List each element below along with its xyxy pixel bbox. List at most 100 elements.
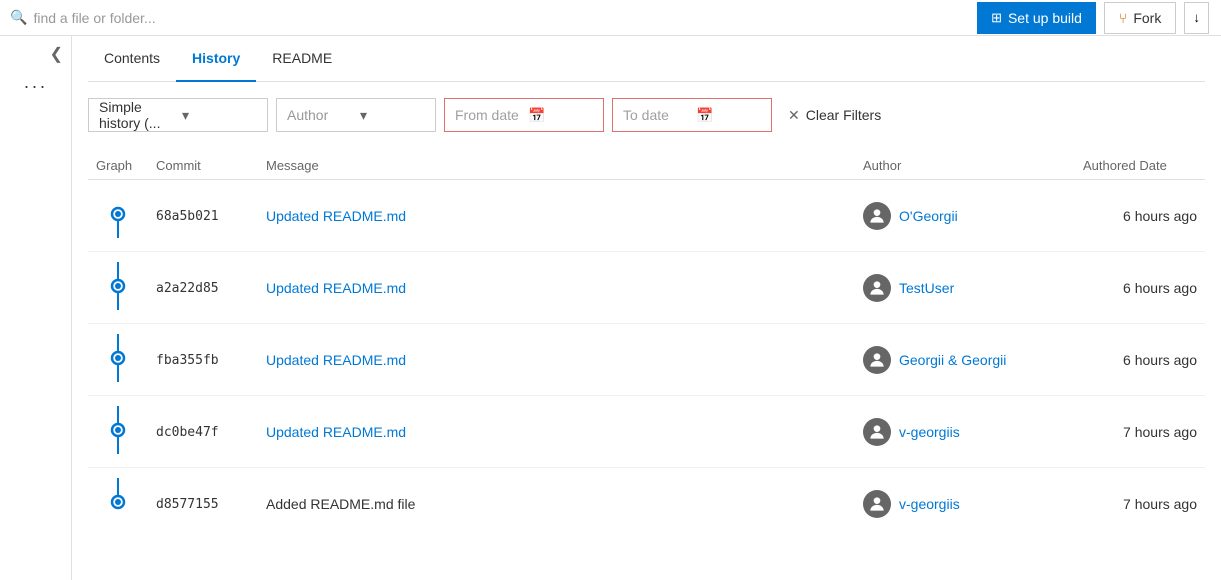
avatar-icon bbox=[867, 350, 887, 370]
authored-date-cell: 6 hours ago bbox=[1075, 252, 1205, 324]
collapse-icon[interactable]: ❮ bbox=[50, 44, 63, 64]
top-bar: 🔍 find a file or folder... ⊞ Set up buil… bbox=[0, 0, 1221, 36]
tab-history[interactable]: History bbox=[176, 36, 256, 82]
avatar bbox=[863, 346, 891, 374]
table-row: a2a22d85 Updated README.md TestUser 6 hour… bbox=[88, 252, 1205, 324]
message-header: Message bbox=[258, 152, 855, 180]
filters-row: Simple history (... ▾ Author ▾ From date… bbox=[88, 98, 1205, 132]
authored-date-cell: 6 hours ago bbox=[1075, 324, 1205, 396]
avatar bbox=[863, 274, 891, 302]
setup-build-label: Set up build bbox=[1008, 10, 1082, 26]
setup-build-button[interactable]: ⊞ Set up build bbox=[977, 2, 1096, 34]
clear-filters-label: Clear Filters bbox=[806, 107, 881, 123]
commit-message-link[interactable]: Updated README.md bbox=[266, 280, 406, 296]
author-header: Author bbox=[855, 152, 1075, 180]
tab-readme[interactable]: README bbox=[256, 36, 348, 82]
avatar-icon bbox=[867, 278, 887, 298]
author-cell: Georgii & Georgii bbox=[855, 324, 1075, 396]
top-bar-actions: ⊞ Set up build ⑂ Fork ↓ bbox=[977, 2, 1209, 34]
table-row: fba355fb Updated README.md Georgii & Geor… bbox=[88, 324, 1205, 396]
graph-cell bbox=[88, 252, 148, 324]
graph-svg bbox=[103, 262, 133, 310]
authored-date-cell: 7 hours ago bbox=[1075, 396, 1205, 468]
search-icon: 🔍 bbox=[10, 9, 27, 26]
author-cell: v-georgiis bbox=[855, 396, 1075, 468]
author-chevron-icon: ▾ bbox=[360, 107, 425, 124]
graph-cell bbox=[88, 324, 148, 396]
author-label: Author bbox=[287, 107, 352, 123]
commit-message-cell: Updated README.md bbox=[258, 324, 855, 396]
graph-svg bbox=[103, 406, 133, 454]
commit-message-cell: Updated README.md bbox=[258, 396, 855, 468]
avatar bbox=[863, 202, 891, 230]
commit-message-text: Added README.md file bbox=[266, 496, 415, 512]
commit-message-link[interactable]: Updated README.md bbox=[266, 352, 406, 368]
download-icon: ↓ bbox=[1193, 10, 1200, 25]
commit-hash: 68a5b021 bbox=[156, 209, 219, 224]
graph-cell bbox=[88, 468, 148, 540]
main-layout: ❮ ··· Contents History README Simple his… bbox=[0, 36, 1221, 580]
commit-header: Commit bbox=[148, 152, 258, 180]
commit-hash: a2a22d85 bbox=[156, 281, 219, 296]
authored-date: 7 hours ago bbox=[1123, 424, 1197, 440]
table-row: 68a5b021 Updated README.md O'Georgii 6 hou… bbox=[88, 180, 1205, 252]
to-date-calendar-icon: 📅 bbox=[696, 107, 761, 124]
date-header: Authored Date bbox=[1075, 152, 1205, 180]
history-type-label: Simple history (... bbox=[99, 99, 174, 131]
commit-message-link[interactable]: Updated README.md bbox=[266, 424, 406, 440]
commit-message-link[interactable]: Updated README.md bbox=[266, 208, 406, 224]
content-area: Contents History README Simple history (… bbox=[72, 36, 1221, 580]
commit-hash-cell: a2a22d85 bbox=[148, 252, 258, 324]
graph-svg bbox=[103, 190, 133, 238]
fork-icon: ⑂ bbox=[1119, 10, 1127, 26]
history-type-dropdown[interactable]: Simple history (... ▾ bbox=[88, 98, 268, 132]
commit-hash-cell: dc0be47f bbox=[148, 396, 258, 468]
commit-message-cell: Added README.md file bbox=[258, 468, 855, 540]
history-type-chevron-icon: ▾ bbox=[182, 107, 257, 124]
authored-date: 6 hours ago bbox=[1123, 280, 1197, 296]
commit-hash-cell: fba355fb bbox=[148, 324, 258, 396]
from-date-label: From date bbox=[455, 107, 520, 123]
graph-svg bbox=[103, 478, 133, 526]
commit-hash: d8577155 bbox=[156, 497, 219, 512]
graph-cell bbox=[88, 396, 148, 468]
author-cell: TestUser bbox=[855, 252, 1075, 324]
author-dropdown[interactable]: Author ▾ bbox=[276, 98, 436, 132]
author-name-link[interactable]: v-georgiis bbox=[899, 496, 960, 512]
tab-contents[interactable]: Contents bbox=[88, 36, 176, 82]
tabs-bar: Contents History README bbox=[88, 36, 1205, 82]
clear-filters-button[interactable]: ✕ Clear Filters bbox=[780, 101, 889, 130]
from-date-picker[interactable]: From date 📅 bbox=[444, 98, 604, 132]
authored-date: 6 hours ago bbox=[1123, 352, 1197, 368]
sidebar: ❮ ··· bbox=[0, 36, 72, 580]
authored-date-cell: 6 hours ago bbox=[1075, 180, 1205, 252]
table-row: d8577155 Added README.md file v-georgiis 7… bbox=[88, 468, 1205, 540]
avatar bbox=[863, 418, 891, 446]
author-name-link[interactable]: v-georgiis bbox=[899, 424, 960, 440]
author-name-link[interactable]: O'Georgii bbox=[899, 208, 958, 224]
fork-label: Fork bbox=[1133, 10, 1161, 26]
authored-date-cell: 7 hours ago bbox=[1075, 468, 1205, 540]
to-date-picker[interactable]: To date 📅 bbox=[612, 98, 772, 132]
author-cell: O'Georgii bbox=[855, 180, 1075, 252]
authored-date: 7 hours ago bbox=[1123, 496, 1197, 512]
sidebar-more-icon[interactable]: ··· bbox=[24, 76, 48, 97]
table-header-row: Graph Commit Message Author Authored Dat… bbox=[88, 152, 1205, 180]
author-name-link[interactable]: TestUser bbox=[899, 280, 954, 296]
avatar-icon bbox=[867, 494, 887, 514]
to-date-label: To date bbox=[623, 107, 688, 123]
from-date-calendar-icon: 📅 bbox=[528, 107, 593, 124]
commit-hash-cell: d8577155 bbox=[148, 468, 258, 540]
sidebar-collapse-area: ❮ bbox=[0, 44, 71, 64]
commit-table: Graph Commit Message Author Authored Dat… bbox=[88, 152, 1205, 539]
download-button[interactable]: ↓ bbox=[1184, 2, 1209, 34]
fork-button[interactable]: ⑂ Fork bbox=[1104, 2, 1176, 34]
author-cell: v-georgiis bbox=[855, 468, 1075, 540]
search-area: 🔍 find a file or folder... bbox=[0, 9, 156, 26]
authored-date: 6 hours ago bbox=[1123, 208, 1197, 224]
commit-message-cell: Updated README.md bbox=[258, 252, 855, 324]
search-placeholder-text: find a file or folder... bbox=[33, 10, 155, 26]
avatar bbox=[863, 490, 891, 518]
author-name-link[interactable]: Georgii & Georgii bbox=[899, 352, 1006, 368]
clear-filters-x-icon: ✕ bbox=[788, 107, 800, 124]
